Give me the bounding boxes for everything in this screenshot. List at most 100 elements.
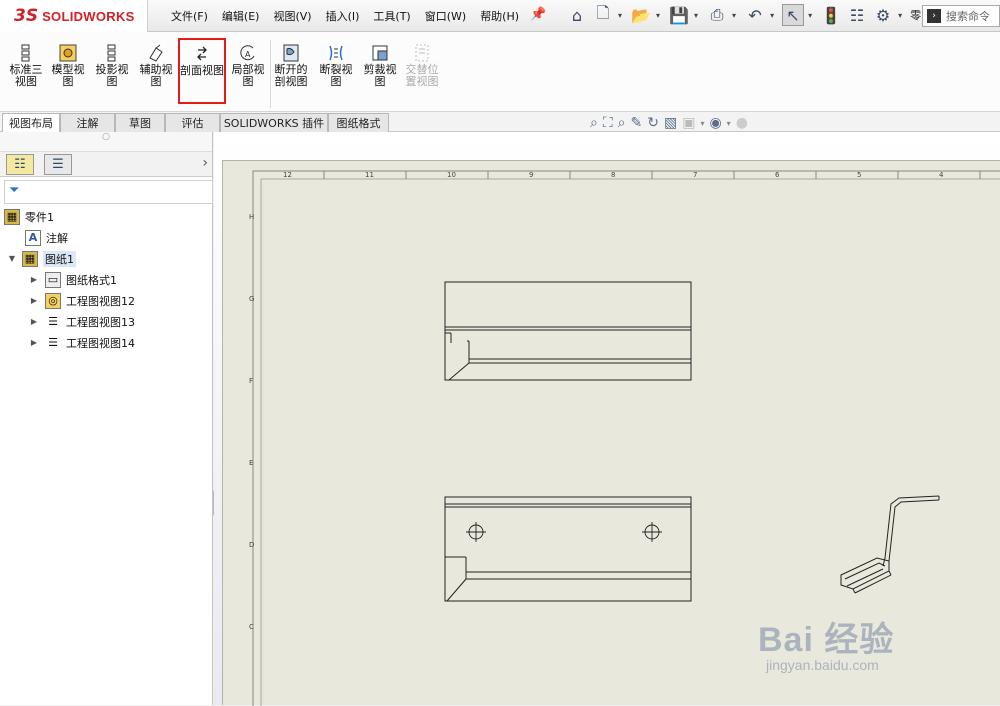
open-folder-icon[interactable]: 📂: [630, 4, 652, 26]
menu-insert[interactable]: 插入(I): [319, 8, 367, 24]
ribbon-label: 投影视图: [95, 63, 129, 88]
heads-up-view-toolbar: ⌕ ⛶ ⌕ ✎ ↻ ▧ ▣ ▾ ◉ ▾ ●: [590, 115, 748, 131]
feature-manager-panel: ○ ☷ ☰ › ⏷ ▦ 零件1 A 注解 ▼ ▦ 图纸1 ▶ ▭ 图纸格式1 ▶…: [0, 132, 213, 705]
tree-item-sheet[interactable]: ▼ ▦ 图纸1: [0, 248, 213, 269]
tree-item-drawing-view[interactable]: ▶ ☰ 工程图视图13: [0, 311, 213, 332]
auxiliary-view-icon: [136, 44, 176, 62]
menu-window[interactable]: 窗口(W): [418, 8, 473, 24]
ribbon-label: 局部视图: [231, 63, 265, 88]
command-manager-tabs: 视图布局 注解 草图 评估 SOLIDWORKS 插件 图纸格式: [0, 112, 1000, 132]
drawing-view-front[interactable]: [444, 281, 692, 381]
collapse-arrow-icon[interactable]: ▼: [6, 254, 18, 263]
ribbon-label: 标准三视图: [9, 63, 43, 88]
quick-access-toolbar: ⌂ 🗋 ▾ 📂 ▾ 💾 ▾ ⎙ ▾ ↶ ▾ ↖ ▾ 🚦 ☷ ⚙ ▾ 零...: [566, 3, 932, 26]
zone-label: E: [249, 459, 253, 467]
chevron-down-icon[interactable]: ▾: [694, 11, 698, 20]
tree-filter-field[interactable]: ⏷: [4, 180, 213, 204]
tab-sketch[interactable]: 草图: [115, 113, 165, 132]
sketch-pen-icon[interactable]: ✎: [631, 115, 643, 131]
display-style-icon[interactable]: ▧: [664, 115, 677, 131]
tree-item-drawing-view[interactable]: ▶ ☰ 工程图视图14: [0, 332, 213, 353]
pin-icon[interactable]: 📌: [530, 7, 546, 22]
title-bar: 3S SOLIDWORKS 文件(F) 编辑(E) 视图(V) 插入(I) 工具…: [0, 0, 1000, 32]
zone-label: 7: [693, 171, 697, 179]
new-document-icon[interactable]: 🗋: [592, 3, 614, 26]
break-view-button[interactable]: 断裂视图: [316, 44, 356, 88]
detail-view-button[interactable]: A 局部视图: [228, 44, 268, 88]
tab-annotation[interactable]: 注解: [60, 113, 115, 132]
auxiliary-view-button[interactable]: 辅助视图: [136, 44, 176, 88]
chevron-down-icon[interactable]: ▾: [700, 119, 704, 128]
tab-sheet-format[interactable]: 图纸格式: [328, 113, 389, 132]
tab-view-layout[interactable]: 视图布局: [2, 113, 60, 132]
tree-item-drawing-view[interactable]: ▶ ◎ 工程图视图12: [0, 290, 213, 311]
tab-solidworks-addins[interactable]: SOLIDWORKS 插件: [220, 113, 328, 132]
alternate-position-view-button[interactable]: 交替位置视图: [402, 44, 442, 88]
broken-out-section-icon: [272, 44, 310, 62]
chevron-down-icon[interactable]: ▾: [727, 119, 731, 128]
tab-evaluate[interactable]: 评估: [165, 113, 220, 132]
save-icon[interactable]: 💾: [668, 4, 690, 26]
model-view-icon: [48, 44, 88, 62]
chevron-right-icon[interactable]: ›: [202, 155, 208, 171]
search-input[interactable]: › 搜索命令: [922, 5, 1000, 27]
chevron-down-icon[interactable]: ▾: [618, 11, 622, 20]
expand-arrow-icon[interactable]: ▶: [28, 317, 40, 326]
search-placeholder: 搜索命令: [946, 10, 990, 23]
select-cursor-icon[interactable]: ↖: [782, 4, 805, 26]
menu-view[interactable]: 视图(V): [266, 8, 318, 24]
panel-grip[interactable]: ○: [0, 132, 212, 152]
chevron-down-icon[interactable]: ▾: [808, 11, 812, 20]
hole-center-mark[interactable]: [466, 522, 486, 542]
print-icon[interactable]: ⎙: [706, 4, 728, 26]
solidworks-logo[interactable]: 3S SOLIDWORKS: [0, 0, 148, 32]
expand-arrow-icon[interactable]: ▶: [28, 296, 40, 305]
zone-label: F: [249, 377, 253, 385]
hole-center-mark[interactable]: [642, 522, 662, 542]
zoom-selection-icon[interactable]: ⌕: [618, 115, 626, 131]
menu-help[interactable]: 帮助(H): [473, 8, 526, 24]
standard-3-view-button[interactable]: 标准三视图: [6, 44, 46, 88]
ribbon-label: 断开的剖视图: [274, 63, 308, 88]
zoom-to-fit-icon[interactable]: ⌕: [590, 115, 598, 131]
feature-tree-tab-icon[interactable]: ☷: [6, 154, 34, 175]
expand-arrow-icon[interactable]: ▶: [28, 338, 40, 347]
menu-file[interactable]: 文件(F): [164, 8, 215, 24]
gear-icon[interactable]: ⚙: [872, 4, 894, 26]
menu-tools[interactable]: 工具(T): [366, 8, 417, 24]
chevron-down-icon[interactable]: ▾: [898, 11, 902, 20]
feature-tree: ▦ 零件1 A 注解 ▼ ▦ 图纸1 ▶ ▭ 图纸格式1 ▶ ◎ 工程图视图12…: [0, 206, 213, 353]
crop-view-button[interactable]: 剪裁视图: [360, 44, 400, 88]
broken-out-section-button[interactable]: 断开的剖视图: [272, 44, 310, 88]
property-manager-tab-icon[interactable]: ☰: [44, 154, 72, 175]
section-view-button[interactable]: 剖面视图: [178, 38, 226, 104]
chevron-down-icon[interactable]: ▾: [656, 11, 660, 20]
alternate-position-view-icon: [402, 44, 442, 62]
file-properties-icon[interactable]: ☷: [846, 4, 868, 26]
chevron-down-icon[interactable]: ▾: [770, 11, 774, 20]
view-orientation-icon[interactable]: ▣: [682, 115, 695, 131]
lighting-bulb-icon[interactable]: ●: [736, 115, 748, 131]
projected-view-button[interactable]: 投影视图: [92, 44, 132, 88]
traffic-light-icon[interactable]: 🚦: [820, 4, 842, 26]
ribbon-label: 剖面视图: [180, 64, 224, 77]
projected-view-icon: [92, 44, 132, 62]
rotate-icon[interactable]: ↻: [647, 115, 659, 131]
chevron-down-icon[interactable]: ▾: [732, 11, 736, 20]
home-icon[interactable]: ⌂: [566, 4, 588, 26]
zoom-to-area-icon[interactable]: ⛶: [603, 115, 613, 131]
drawing-view-side[interactable]: [840, 495, 940, 594]
tree-item-annotations[interactable]: A 注解: [0, 227, 213, 248]
sheet-format-icon: ▭: [45, 271, 61, 288]
tree-item-sheet-format[interactable]: ▶ ▭ 图纸格式1: [0, 269, 213, 290]
tree-root-part[interactable]: ▦ 零件1: [0, 206, 213, 227]
command-manager-ribbon: 标准三视图 模型视图 投影视图 辅助视图 剖面视图 A 局部视图 断开的剖视图 …: [0, 32, 1000, 112]
annotation-icon: A: [25, 229, 41, 246]
tree-label: 工程图视图13: [66, 315, 135, 329]
menu-edit[interactable]: 编辑(E): [215, 8, 267, 24]
model-view-button[interactable]: 模型视图: [48, 44, 88, 88]
expand-arrow-icon[interactable]: ▶: [28, 275, 40, 284]
undo-icon[interactable]: ↶: [744, 4, 766, 26]
hide-show-icon[interactable]: ◉: [709, 115, 721, 131]
drawing-view-bottom[interactable]: [444, 496, 692, 602]
